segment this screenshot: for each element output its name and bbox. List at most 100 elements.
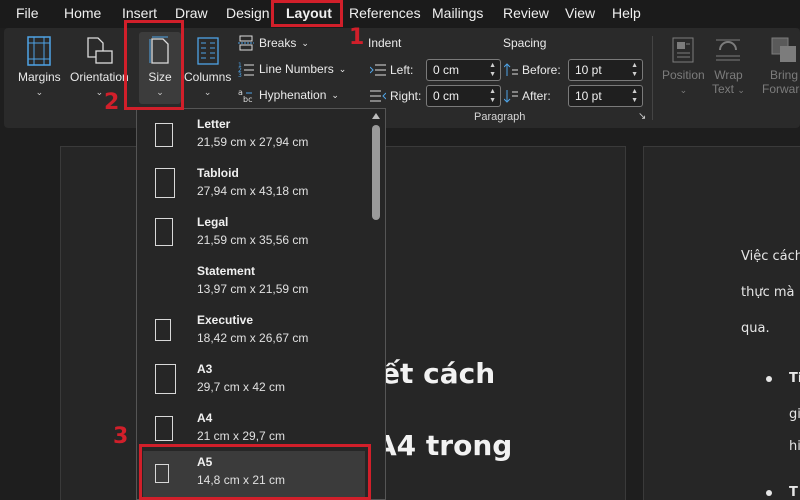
page-size-icon: [155, 168, 175, 198]
position-label: Position: [662, 68, 705, 82]
menu-mailings[interactable]: Mailings: [432, 5, 483, 21]
document-heading-line-1: ết cách: [381, 357, 496, 390]
columns-icon: [197, 37, 219, 65]
wrap-text-label-1: Wrap: [714, 68, 743, 82]
spin-arrows-icon[interactable]: ▲ ▼: [631, 61, 638, 79]
dropdown-scrollbar[interactable]: [370, 113, 382, 497]
page-size-icon: [155, 416, 173, 441]
spacing-after-input[interactable]: 10 pt ▲ ▼: [568, 85, 643, 107]
line-numbers-button[interactable]: 1 2 3 Line Numbers ⌄: [238, 61, 346, 77]
document-paragraph-line-2: thực mà: [741, 285, 795, 300]
spacing-after-text: After:: [522, 89, 551, 103]
document-bullet-2-start: T: [789, 485, 798, 500]
breaks-label: Breaks: [259, 36, 297, 50]
spacing-before-input[interactable]: 10 pt ▲ ▼: [568, 59, 643, 81]
size-option-dims: 29,7 cm x 42 cm: [197, 380, 286, 394]
dialog-launcher-icon[interactable]: ↘: [638, 111, 646, 122]
breaks-icon: [238, 35, 254, 51]
document-bullet-1-start: Ti: [789, 371, 800, 386]
menu-design[interactable]: Design: [226, 5, 270, 21]
hyphenation-label: Hyphenation: [259, 88, 327, 102]
step-number-2: 2: [104, 90, 120, 115]
size-option-dims: 18,42 cm x 26,67 cm: [197, 331, 309, 345]
scroll-up-arrow-icon[interactable]: [372, 113, 380, 119]
line-numbers-label: Line Numbers: [259, 62, 334, 76]
size-option-executive[interactable]: Executive 18,42 cm x 26,67 cm: [143, 309, 365, 355]
svg-text:bc: bc: [243, 95, 252, 103]
indent-right-input[interactable]: 0 cm ▲ ▼: [426, 85, 501, 107]
menu-file[interactable]: File: [16, 5, 39, 21]
menu-draw[interactable]: Draw: [175, 5, 208, 21]
menu-home[interactable]: Home: [64, 5, 101, 21]
scrollbar-thumb[interactable]: [372, 125, 380, 220]
spin-arrows-icon[interactable]: ▲ ▼: [489, 87, 496, 105]
indent-right-value: 0 cm: [433, 89, 460, 103]
orientation-label: Orientation: [70, 70, 129, 84]
size-option-name: A4: [197, 411, 213, 425]
chevron-down-icon: ⌄: [679, 85, 688, 95]
bring-forward-button[interactable]: Bring Forward: [762, 36, 800, 96]
document-bullet-1-line-3: hi: [789, 439, 800, 454]
position-button[interactable]: Position ⌄: [662, 36, 705, 96]
document-page-right[interactable]: Việc cách thực mà qua. Ti gi hi T: [643, 146, 800, 500]
columns-button[interactable]: Columns ⌄: [184, 36, 231, 98]
chevron-down-icon: ⌄: [301, 37, 309, 48]
size-option-name: Tabloid: [197, 166, 239, 180]
orientation-icon: [87, 37, 113, 64]
group-divider: [652, 36, 653, 120]
bring-forward-icon: [771, 37, 796, 62]
paragraph-group-label: Paragraph: [474, 111, 526, 123]
size-option-dims: 27,94 cm x 43,18 cm: [197, 184, 309, 198]
spacing-before-label: Before:: [504, 63, 561, 77]
orientation-button[interactable]: Orientation ⌄: [70, 36, 129, 98]
document-paragraph-line-3: qua.: [741, 321, 770, 336]
menu-references[interactable]: References: [349, 5, 421, 21]
indent-left-text: Left:: [390, 63, 414, 77]
spin-arrows-icon[interactable]: ▲ ▼: [489, 61, 496, 79]
wrap-text-button[interactable]: Wrap Text ⌄: [712, 36, 745, 96]
indent-left-value: 0 cm: [433, 63, 460, 77]
spacing-after-value: 10 pt: [575, 89, 602, 103]
size-option-name: Executive: [197, 313, 254, 327]
menu-view[interactable]: View: [565, 5, 595, 21]
margins-label: Margins: [18, 70, 61, 84]
size-option-dims: 13,97 cm x 21,59 cm: [197, 282, 309, 296]
indent-right-icon: [370, 90, 386, 102]
size-dropdown-menu: Letter 21,59 cm x 27,94 cm Tabloid 27,94…: [136, 108, 386, 500]
menu-review[interactable]: Review: [503, 5, 549, 21]
svg-text:3: 3: [238, 72, 242, 77]
page-size-icon: [155, 319, 171, 341]
bullet-icon: [766, 490, 772, 496]
spacing-before-icon: [504, 63, 518, 76]
size-option-dims: 21 cm x 29,7 cm: [197, 429, 286, 443]
document-bullet-1-line-2: gi: [789, 407, 800, 422]
indent-title: Indent: [368, 36, 402, 50]
size-option-name: A3: [197, 362, 213, 376]
size-option-tabloid[interactable]: Tabloid 27,94 cm x 43,18 cm: [143, 162, 365, 208]
spacing-after-icon: [504, 90, 518, 103]
spacing-before-text: Before:: [522, 63, 561, 77]
position-icon: [672, 37, 694, 63]
size-option-a3[interactable]: A3 29,7 cm x 42 cm: [143, 358, 365, 404]
chevron-down-icon: ⌄: [95, 87, 104, 97]
spin-arrows-icon[interactable]: ▲ ▼: [631, 87, 638, 105]
indent-right-label: Right:: [370, 89, 421, 103]
line-numbers-icon: 1 2 3: [238, 62, 254, 77]
menu-insert[interactable]: Insert: [122, 5, 157, 21]
margins-button[interactable]: Margins ⌄: [18, 36, 61, 98]
breaks-button[interactable]: Breaks ⌄: [238, 35, 309, 51]
indent-left-input[interactable]: 0 cm ▲ ▼: [426, 59, 501, 81]
size-option-letter[interactable]: Letter 21,59 cm x 27,94 cm: [143, 113, 365, 159]
size-option-name: Letter: [197, 117, 231, 131]
size-option-statement[interactable]: Statement 13,97 cm x 21,59 cm: [143, 260, 365, 306]
bullet-icon: [766, 376, 772, 382]
size-option-legal[interactable]: Legal 21,59 cm x 35,56 cm: [143, 211, 365, 257]
hyphenation-icon: a bc: [238, 88, 252, 103]
highlight-a5-option: [139, 444, 371, 500]
hyphenation-button[interactable]: a bc Hyphenation ⌄: [238, 87, 339, 103]
menu-help[interactable]: Help: [612, 5, 641, 21]
spacing-after-label: After:: [504, 89, 551, 103]
size-option-dims: 21,59 cm x 27,94 cm: [197, 135, 309, 149]
chevron-down-icon: ⌄: [737, 85, 745, 95]
bring-forward-label-1: Bring: [770, 68, 799, 82]
